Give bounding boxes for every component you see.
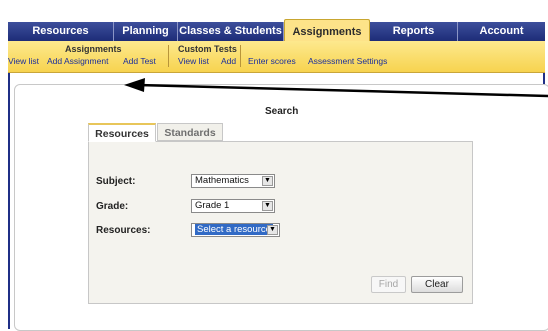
tab-resources[interactable]: Resources [88,123,156,142]
app-window: Resources Planning Classes & Students As… [0,0,548,331]
annotation-arrow [124,78,548,98]
